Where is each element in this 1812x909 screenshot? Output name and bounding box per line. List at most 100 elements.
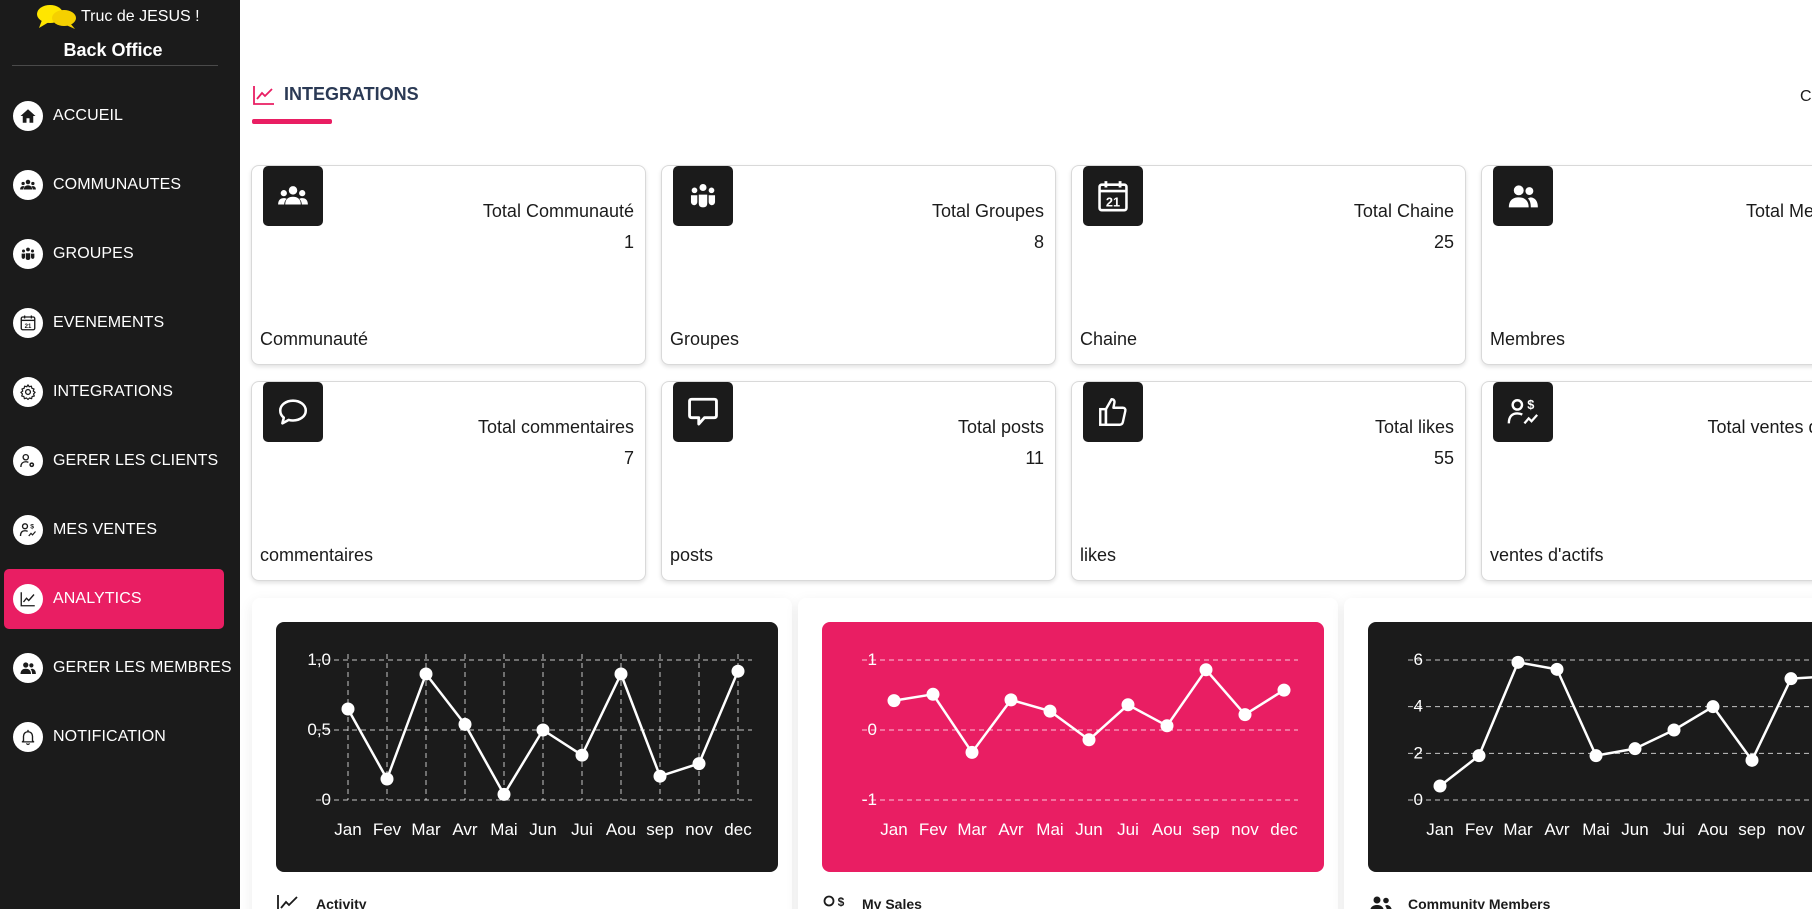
data-point <box>458 717 472 731</box>
my-sales-chart: -1 0 1 Jan Fev Mar Avr Mai Jun Jui Aou sep nov dec <box>822 622 1324 872</box>
card-title: Total Chaine <box>1353 201 1454 221</box>
card-title: Total commentaires <box>477 417 634 437</box>
y-tick-label: 1,0 <box>307 650 331 669</box>
nav-item-groupes[interactable]: GROUPES <box>4 224 224 284</box>
chart-title: My Sales <box>862 896 922 909</box>
x-tick-label: Jui <box>571 820 593 839</box>
data-point <box>1160 719 1174 733</box>
y-tick-label: 1 <box>868 650 877 669</box>
nav-item-gerer-les-clients[interactable]: GERER LES CLIENTS <box>4 431 224 491</box>
data-point <box>1706 700 1720 714</box>
y-tick-label: 4 <box>1414 697 1423 716</box>
stat-card-communaute: Total Communauté 1 Communauté <box>251 165 646 365</box>
data-point <box>1745 753 1759 767</box>
nav-item-communautes[interactable]: COMMUNAUTES <box>4 155 224 215</box>
data-point <box>1628 742 1642 756</box>
post-icon <box>673 382 733 442</box>
home-icon <box>13 101 43 131</box>
nav-item-notification[interactable]: NOTIFICATION <box>4 707 224 767</box>
chart-svg: 0 0,5 1,0 Jan Fev Mar Avr Mai Jun Jui Aou sep nov dec <box>307 650 752 839</box>
nav-item-mes-ventes[interactable]: $ MES VENTES <box>4 500 224 560</box>
user-sales-icon: $ <box>823 895 845 909</box>
panel-footer: Activity <box>276 894 367 909</box>
user-sales-icon: $ <box>1493 382 1553 442</box>
nav-item-evenements[interactable]: 21 EVENEMENTS <box>4 293 224 353</box>
x-tick-label: Mar <box>957 820 987 839</box>
card-footer: Membres <box>1490 329 1566 349</box>
community-icon <box>263 166 323 226</box>
nav-item-gerer-les-membres[interactable]: GERER LES MEMBRES <box>4 638 232 698</box>
x-tick-label: Aou <box>606 820 636 839</box>
card-footer: Communauté <box>260 329 369 349</box>
card-title: Total Membres <box>1745 201 1812 221</box>
x-tick-label: Jun <box>1075 820 1102 839</box>
data-point <box>341 702 355 716</box>
card-footer: Groupes <box>670 329 740 349</box>
comment-icon <box>263 382 323 442</box>
card-value: 25 <box>1433 232 1454 252</box>
x-tick-label: Jun <box>1621 820 1648 839</box>
nav-label: MES VENTES <box>53 521 158 538</box>
members-icon <box>1370 896 1392 909</box>
svg-text:21: 21 <box>25 324 32 330</box>
card-value: 55 <box>1433 448 1454 468</box>
stat-card-chaine: 21 Total Chaine 25 Chaine <box>1071 165 1466 365</box>
tab-active-underline <box>252 119 332 124</box>
x-tick-label: Jui <box>1117 820 1139 839</box>
x-tick-label: Mai <box>490 820 517 839</box>
x-tick-label: Jan <box>1426 820 1453 839</box>
stat-card-membres: Total Membres Membres <box>1481 165 1812 365</box>
user-gear-icon <box>13 446 43 476</box>
x-tick-label: nov <box>1777 820 1805 839</box>
data-point <box>1277 683 1291 697</box>
x-tick-label: Mai <box>1582 820 1609 839</box>
data-point <box>536 723 550 737</box>
stat-card-ventes-actifs: $ Total ventes d'actifs ventes d'actifs <box>1481 381 1812 581</box>
x-tick-label: Aou <box>1698 820 1728 839</box>
chart-line-icon <box>13 584 43 614</box>
x-tick-label: Fev <box>373 820 402 839</box>
svg-text:$: $ <box>30 524 34 531</box>
nav-item-accueil[interactable]: ACCUEIL <box>4 86 224 146</box>
data-point <box>419 667 433 681</box>
app-root: Truc de JESUS ! Back Office ACCUEIL COMM… <box>0 0 1812 909</box>
x-tick-label: nov <box>685 820 713 839</box>
nav-label: GERER LES MEMBRES <box>53 659 232 676</box>
header-corner-link[interactable]: Co <box>1800 88 1812 106</box>
card-footer: posts <box>670 545 714 565</box>
data-point <box>887 694 901 708</box>
data-point <box>575 748 589 762</box>
data-point <box>692 757 706 771</box>
chart-panel-community-members: 0246JanFevMarAvrMaiJunJuiAousepnovdec Co… <box>1344 598 1812 909</box>
nav-label: EVENEMENTS <box>53 314 165 331</box>
x-tick-label: Fev <box>1465 820 1494 839</box>
panel-footer: $ My Sales <box>822 894 922 909</box>
series-line <box>1439 661 1812 787</box>
data-point <box>1433 779 1447 793</box>
y-tick-label: 0 <box>1414 790 1423 809</box>
data-point <box>1082 733 1096 747</box>
card-footer: commentaires <box>260 545 374 565</box>
nav-item-integrations[interactable]: INTEGRATIONS <box>4 362 224 422</box>
community-members-chart: 0246JanFevMarAvrMaiJunJuiAousepnovdec <box>1368 622 1812 872</box>
svg-text:21: 21 <box>1106 195 1120 210</box>
data-point <box>653 769 667 783</box>
data-point <box>1784 672 1798 686</box>
chart-svg: -1 0 1 Jan Fev Mar Avr Mai Jun Jui Aou sep nov dec <box>862 650 1298 839</box>
nav-item-analytics[interactable]: ANALYTICS <box>4 569 224 629</box>
card-value: 7 <box>623 448 634 468</box>
svg-text:$: $ <box>838 895 845 909</box>
community-icon <box>13 170 43 200</box>
card-title: Total posts <box>957 417 1044 437</box>
panel-footer: Community Members <box>1368 894 1550 909</box>
data-point <box>1004 693 1018 707</box>
stat-card-groupes: Total Groupes 8 Groupes <box>661 165 1056 365</box>
x-tick-label: dec <box>724 820 752 839</box>
card-value: 1 <box>623 232 634 252</box>
data-point <box>1121 698 1135 712</box>
x-tick-label: sep <box>646 820 673 839</box>
stat-card-posts: Total posts 11 posts <box>661 381 1056 581</box>
data-point <box>1667 723 1681 737</box>
x-tick-label: Avr <box>998 820 1024 839</box>
user-sales-icon: $ <box>13 515 43 545</box>
